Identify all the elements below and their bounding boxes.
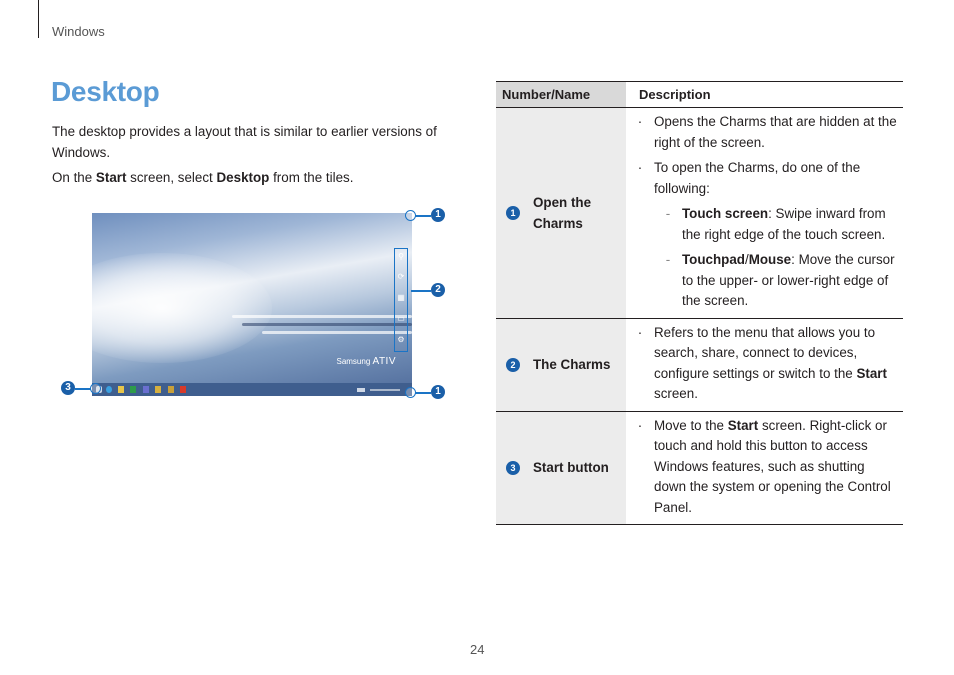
- callout-3: 3: [61, 381, 75, 395]
- text: Refers to the menu that allows you to se…: [654, 324, 876, 381]
- row-name: Open the Charms: [533, 194, 592, 231]
- bullet-dot: ·: [637, 324, 643, 340]
- app-icon[interactable]: [168, 386, 174, 393]
- bullet-text: Move to the Start screen. Right-click or…: [654, 416, 897, 519]
- callout-line: [415, 392, 431, 394]
- start-icon[interactable]: ▦: [397, 294, 405, 302]
- instruction-paragraph: On the Start screen, select Desktop from…: [52, 167, 452, 188]
- header-number-name: Number/Name: [496, 82, 626, 107]
- number-badge: 1: [506, 205, 520, 220]
- row-description-cell: · Move to the Start screen. Right-click o…: [626, 412, 903, 525]
- desktop-screenshot: Samsung ATIV ⚲ ⟳ ▦ ▭ ⚙: [92, 213, 412, 396]
- table-row: 3 Start button · Move to the Start screen…: [496, 411, 903, 525]
- bold-term: Start: [856, 365, 887, 381]
- text: On the: [52, 170, 96, 185]
- light-glow: [92, 253, 272, 363]
- bullet-item: · Move to the Start screen. Right-click o…: [626, 416, 897, 519]
- section-label: Windows: [52, 24, 105, 39]
- row-description-cell: · Refers to the menu that allows you to s…: [626, 319, 903, 411]
- row-name: The Charms: [533, 357, 611, 372]
- bullet-text: To open the Charms, do one of the follow…: [654, 160, 861, 196]
- tray-icons[interactable]: [370, 389, 400, 391]
- callout-line: [415, 215, 431, 217]
- intro-paragraph: The desktop provides a layout that is si…: [52, 124, 437, 160]
- bold-term: Touchpad: [682, 252, 745, 267]
- description-table: Number/Name Description 1 Open the Charm…: [496, 81, 903, 525]
- row-description-cell: · Opens the Charms that are hidden at the…: [626, 108, 903, 318]
- bullet-text: Opens the Charms that are hidden at the …: [654, 114, 897, 150]
- text: screen, select: [126, 170, 217, 185]
- word-icon[interactable]: [143, 386, 149, 393]
- keyboard-icon[interactable]: [357, 388, 365, 392]
- text: from the tiles.: [269, 170, 354, 185]
- brand-ativ: ATIV: [372, 356, 396, 367]
- light-streak: [262, 331, 412, 334]
- text: screen.: [654, 386, 698, 401]
- text: Move to the: [654, 417, 728, 433]
- header-description: Description: [626, 82, 903, 107]
- sub-item: - Touch screen: Swipe inward from the rig…: [626, 204, 897, 245]
- sub-item: - Touchpad/Mouse: Move the cursor to the …: [626, 250, 897, 312]
- office-icon[interactable]: [180, 386, 186, 393]
- bullet-dot: ·: [637, 417, 643, 433]
- bold-term: Mouse: [748, 252, 792, 267]
- table-row: 1 Open the Charms · Opens the Charms that…: [496, 108, 903, 319]
- taskbar: [92, 383, 412, 396]
- dash-marker: -: [665, 252, 671, 267]
- callout-1-top: 1: [431, 208, 445, 222]
- dash-marker: -: [665, 206, 671, 221]
- row-name: Start button: [533, 460, 609, 476]
- bullet-text: Refers to the menu that allows you to se…: [654, 323, 897, 405]
- ie-icon[interactable]: [106, 386, 112, 393]
- excel-icon[interactable]: [130, 386, 136, 393]
- bullet-dot: ·: [637, 114, 643, 129]
- row-name-cell: 3 Start button: [496, 411, 626, 524]
- page-number: 24: [470, 642, 485, 657]
- search-icon[interactable]: ⚲: [397, 253, 405, 261]
- light-streak: [232, 315, 412, 318]
- bullet-item: · Opens the Charms that are hidden at the…: [626, 112, 897, 153]
- callout-2: 2: [431, 283, 445, 297]
- bold-term: Touch screen: [682, 206, 769, 221]
- margin-rule: [38, 0, 39, 38]
- bullet-item: · To open the Charms, do one of the follo…: [626, 158, 897, 199]
- callout-1-bottom: 1: [431, 385, 445, 399]
- folder-icon[interactable]: [118, 386, 124, 393]
- sub-text: Touchpad/Mouse: Move the cursor to the u…: [682, 250, 897, 312]
- sub-text: Touch screen: Swipe inward from the righ…: [682, 204, 897, 245]
- bold-start: Start: [95, 170, 127, 185]
- app-icon[interactable]: [155, 386, 161, 393]
- bullet-dot: ·: [637, 160, 643, 175]
- row-name-cell: 1 Open the Charms: [496, 108, 626, 318]
- table-header: Number/Name Description: [496, 82, 903, 108]
- dark-streak: [242, 323, 412, 326]
- share-icon[interactable]: ⟳: [397, 273, 405, 281]
- callout-line: [411, 290, 431, 292]
- brand-samsung: Samsung: [336, 357, 371, 366]
- bullet-item: · Refers to the menu that allows you to s…: [626, 323, 897, 405]
- callout-line: [75, 388, 91, 390]
- settings-icon[interactable]: ⚙: [397, 336, 405, 344]
- row-name-cell: 2 The Charms: [496, 318, 626, 411]
- page-title: Desktop: [51, 76, 160, 107]
- number-badge: 2: [506, 357, 520, 372]
- number-badge: 3: [506, 460, 520, 475]
- table-row: 2 The Charms · Refers to the menu that al…: [496, 318, 903, 412]
- start-button-ring: [90, 383, 101, 394]
- bold-desktop: Desktop: [216, 170, 270, 185]
- devices-icon[interactable]: ▭: [397, 315, 405, 323]
- bold-term: Start: [727, 417, 759, 433]
- charms-bar[interactable]: ⚲ ⟳ ▦ ▭ ⚙: [394, 248, 408, 352]
- brand-label: Samsung ATIV: [336, 356, 396, 367]
